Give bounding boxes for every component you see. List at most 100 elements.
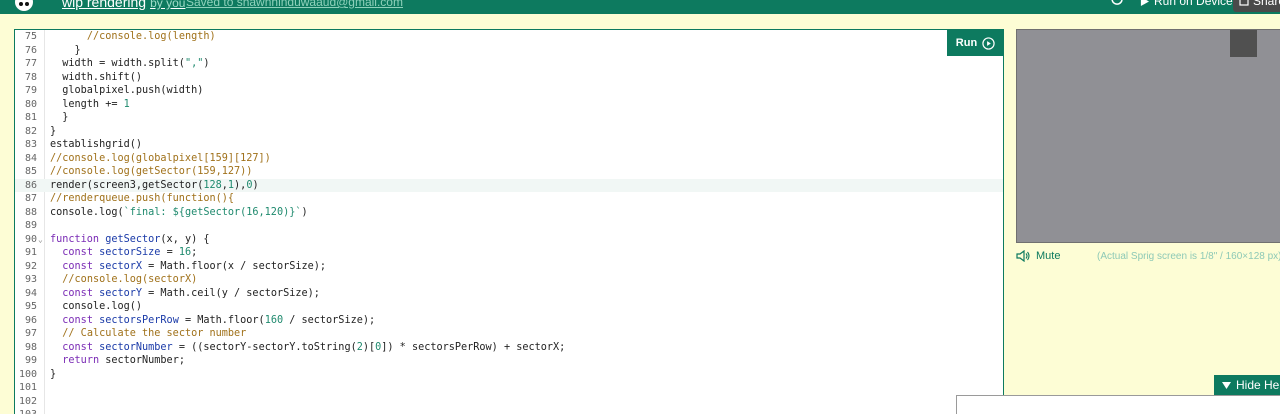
code-line[interactable]: 90 ⌄ function getSector(x, y) {: [15, 233, 1003, 247]
code-line[interactable]: 95 console.log(): [15, 300, 1003, 314]
triangle-down-icon: [1222, 381, 1231, 389]
code-line[interactable]: 89: [15, 219, 1003, 233]
code-text: width = width.split(","): [50, 58, 210, 69]
line-number: 86: [24, 179, 37, 191]
line-number: 91: [24, 247, 37, 258]
code-text: const sectorY = Math.ceil(y / sectorSize…: [62, 287, 320, 299]
code-line[interactable]: 84 //console.log(globalpixel[159][127]): [15, 152, 1003, 166]
code-text: render(screen3,getSector(128,1),0): [50, 179, 259, 191]
code-text: function getSector(x, y) {: [50, 233, 210, 245]
line-number: 87: [24, 193, 37, 204]
code-line[interactable]: 78 width.shift(): [15, 71, 1003, 85]
code-text: length += 1: [50, 98, 130, 110]
code-line[interactable]: 87 //renderqueue.push(function(){: [15, 192, 1003, 206]
project-author: by you: [150, 0, 186, 10]
mute-label: Mute: [1036, 250, 1061, 262]
help-panel: [956, 395, 1280, 414]
line-number: 90: [24, 233, 37, 245]
code-line[interactable]: 86 render(screen3,getSector(128,1),0): [15, 178, 1003, 192]
line-number: 97: [24, 328, 37, 339]
code-line[interactable]: 80 length += 1: [15, 98, 1003, 112]
code-text: }: [50, 112, 69, 123]
code-line[interactable]: 85 //console.log(getSector(159,127)): [15, 165, 1003, 179]
code-text: const sectorNumber = ((sectorY-sectorY.t…: [62, 341, 566, 353]
code-text: //console.log(length): [86, 31, 216, 42]
code-text: }: [50, 44, 81, 56]
game-screen[interactable]: [1016, 29, 1280, 243]
share-icon: [1239, 0, 1249, 6]
share-button[interactable]: Share: [1233, 0, 1280, 12]
line-number: 95: [24, 301, 37, 312]
code-text: globalpixel.push(width): [50, 85, 204, 96]
code-line[interactable]: 92 const sectorX = Math.floor(x / sector…: [15, 260, 1003, 274]
code-line[interactable]: 91 const sectorSize = 16;: [15, 246, 1003, 260]
code-line[interactable]: 102: [15, 395, 1003, 409]
code-line[interactable]: 97 // Calculate the sector number: [15, 327, 1003, 341]
code-text: // Calculate the sector number: [62, 328, 247, 339]
play-circle-icon: [982, 36, 995, 50]
line-number: 85: [24, 166, 37, 177]
line-number: 96: [24, 314, 37, 326]
line-number: 103: [15, 408, 37, 414]
sprig-logo-icon[interactable]: [14, 0, 34, 12]
code-text: //renderqueue.push(function(){: [50, 193, 235, 204]
code-text: const sectorSize = 16;: [62, 247, 198, 258]
line-number: 88: [24, 206, 37, 218]
code-text: console.log(`final: ${getSector(16,120)}…: [50, 206, 308, 218]
screen-size-note: (Actual Sprig screen is 1/8" / 160×128 p…: [1097, 251, 1280, 262]
line-number: 89: [24, 220, 37, 231]
code-line[interactable]: 101: [15, 381, 1003, 395]
code-text: //console.log(globalpixel[159][127]): [50, 152, 271, 164]
line-number: 99: [24, 355, 37, 366]
game-sprite: [1230, 30, 1257, 57]
fold-chevron-icon[interactable]: ⌄: [38, 233, 43, 247]
code-line[interactable]: 96 const sectorsPerRow = Math.floor(160 …: [15, 314, 1003, 328]
code-text: }: [50, 368, 57, 380]
code-text: }: [50, 125, 57, 137]
code-line[interactable]: 79 globalpixel.push(width): [15, 84, 1003, 98]
saved-status-link[interactable]: Saved to shawnhinduwaaud@gmail.com: [186, 0, 403, 9]
code-line[interactable]: 82}: [15, 125, 1003, 139]
line-number: 81: [24, 112, 37, 123]
run-label: Run: [955, 37, 978, 49]
hide-help-label: Hide Help: [1236, 378, 1280, 392]
mute-button[interactable]: Mute: [1016, 250, 1060, 262]
code-text: //console.log(getSector(159,127)): [50, 166, 253, 177]
top-bar: wip rendering by you Saved to shawnhinduw…: [0, 0, 1280, 14]
project-title[interactable]: wip rendering by you: [62, 0, 185, 10]
code-text: console.log(): [50, 301, 143, 312]
run-button[interactable]: Run: [947, 30, 1004, 56]
line-number: 94: [24, 287, 37, 299]
code-line[interactable]: 83 establishgrid(): [15, 138, 1003, 152]
line-number: 78: [24, 71, 37, 83]
code-editor[interactable]: 75 //console.log(length) 76 } 77 width = w…: [14, 29, 1004, 414]
code-line[interactable]: 93 //console.log(sectorX): [15, 273, 1003, 287]
hide-help-button[interactable]: Hide Help: [1214, 375, 1280, 395]
code-text: //console.log(sectorX): [62, 274, 198, 285]
line-number: 77: [24, 58, 37, 69]
code-line[interactable]: 99 return sectorNumber;: [15, 354, 1003, 368]
line-number: 84: [24, 152, 37, 164]
code-line[interactable]: 77 width = width.split(","): [15, 57, 1003, 71]
reload-icon[interactable]: [1110, 0, 1124, 6]
code-line[interactable]: 94 const sectorY = Math.ceil(y / sectorS…: [15, 287, 1003, 301]
code-line[interactable]: 98 const sectorNumber = ((sectorY-sector…: [15, 341, 1003, 355]
play-icon: [1140, 0, 1149, 6]
code-line[interactable]: 81 }: [15, 111, 1003, 125]
code-line[interactable]: 103: [15, 408, 1003, 414]
code-line[interactable]: 76 }: [15, 44, 1003, 58]
line-number: 98: [24, 341, 37, 353]
line-number: 76: [24, 44, 37, 56]
code-text: width.shift(): [50, 71, 143, 83]
code-line[interactable]: 100}: [15, 368, 1003, 382]
run-on-device-button[interactable]: Run on Device: [1140, 0, 1233, 8]
line-number: 75: [24, 31, 37, 42]
line-number: 92: [24, 260, 37, 272]
code-line[interactable]: 75 //console.log(length): [15, 30, 1003, 44]
line-number: 102: [18, 395, 37, 407]
code-text: return sectorNumber;: [62, 355, 185, 366]
code-line[interactable]: 88 console.log(`final: ${getSector(16,120…: [15, 206, 1003, 220]
speaker-icon: [1016, 250, 1030, 262]
line-number: 101: [18, 382, 37, 393]
line-number: 80: [24, 98, 37, 110]
